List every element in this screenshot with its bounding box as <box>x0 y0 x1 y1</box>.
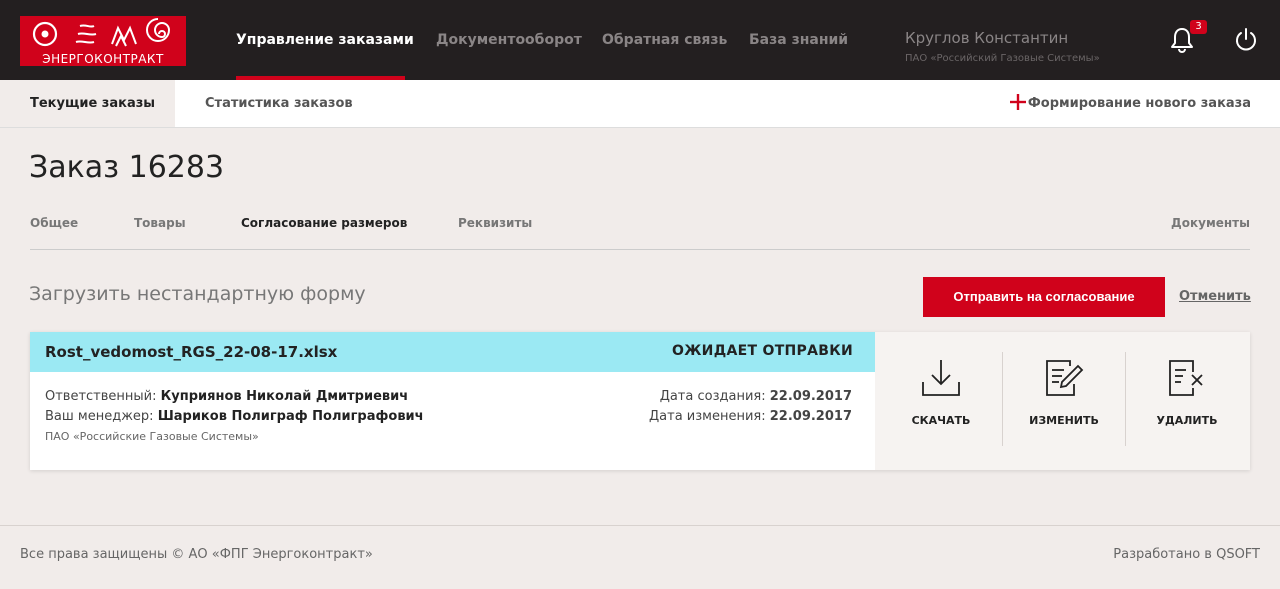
nav-feedback[interactable]: Обратная связь <box>602 0 727 80</box>
responsible-line: Ответственный: Куприянов Николай Дмитрие… <box>45 389 408 404</box>
edit-document-icon <box>1046 360 1084 396</box>
nav-orders-management[interactable]: Управление заказами <box>236 0 414 80</box>
company-logo[interactable]: ЭНЕРГОКОНТРАКТ <box>20 16 186 66</box>
edit-button[interactable]: ИЗМЕНИТЬ <box>1002 332 1126 470</box>
footer-developer-link[interactable]: Разработано в QSOFT <box>1113 547 1260 562</box>
cancel-link[interactable]: Отменить <box>1179 289 1251 304</box>
download-button[interactable]: СКАЧАТЬ <box>879 332 1003 470</box>
tab-general[interactable]: Общее <box>30 216 78 230</box>
new-order-link[interactable]: Формирование нового заказа <box>1028 80 1251 127</box>
modified-label: Дата изменения: <box>649 409 766 424</box>
footer-copyright: Все права защищены © АО «ФПГ Энергоконтр… <box>20 547 373 562</box>
file-actions: СКАЧАТЬ ИЗМЕНИТЬ УДАЛИТЬ <box>875 332 1250 470</box>
tab-current-orders[interactable]: Текущие заказы <box>0 80 175 127</box>
tab-order-statistics[interactable]: Статистика заказов <box>205 80 353 127</box>
tabs-divider <box>30 249 1250 250</box>
responsible-label: Ответственный: <box>45 389 157 404</box>
file-name[interactable]: Rost_vedomost_RGS_22-08-17.xlsx <box>45 343 337 361</box>
tab-products[interactable]: Товары <box>134 216 186 230</box>
modified-date-line: Дата изменения: 22.09.2017 <box>649 409 852 424</box>
power-icon[interactable] <box>1234 28 1258 52</box>
edit-label: ИЗМЕНИТЬ <box>1029 414 1099 427</box>
delete-document-icon <box>1169 360 1203 396</box>
footer-divider <box>0 525 1280 526</box>
top-header: ЭНЕРГОКОНТРАКТ Управление заказами Докум… <box>0 0 1280 80</box>
tab-requisites[interactable]: Реквизиты <box>458 216 532 230</box>
file-status: ОЖИДАЕТ ОТПРАВКИ <box>672 343 853 359</box>
logo-text: ЭНЕРГОКОНТРАКТ <box>42 52 164 66</box>
sub-navigation: Текущие заказы Статистика заказов Формир… <box>0 80 1280 128</box>
created-value: 22.09.2017 <box>769 389 852 404</box>
upload-section-title: Загрузить нестандартную форму <box>29 283 366 305</box>
file-card-header: Rost_vedomost_RGS_22-08-17.xlsx ОЖИДАЕТ … <box>30 332 875 372</box>
tab-documents[interactable]: Документы <box>1171 216 1250 230</box>
tab-size-approval[interactable]: Согласование размеров <box>241 216 407 230</box>
send-for-approval-button[interactable]: Отправить на согласование <box>923 277 1165 317</box>
nav-document-flow[interactable]: Документооборот <box>436 0 582 80</box>
user-name[interactable]: Круглов Константин <box>905 29 1068 47</box>
download-label: СКАЧАТЬ <box>911 414 971 427</box>
page-title: Заказ 16283 <box>29 150 225 185</box>
download-icon <box>922 360 960 396</box>
delete-label: УДАЛИТЬ <box>1156 414 1218 427</box>
notification-count-badge: 3 <box>1190 20 1207 34</box>
user-organization: ПАО «Российский Газовые Системы» <box>905 53 1100 64</box>
created-date-line: Дата создания: 22.09.2017 <box>660 389 852 404</box>
customer-organization: ПАО «Российские Газовые Системы» <box>45 430 259 443</box>
logo-mark-icon <box>32 18 171 47</box>
manager-line: Ваш менеджер: Шариков Полиграф Полиграфо… <box>45 409 424 424</box>
plus-icon[interactable] <box>1009 93 1027 111</box>
created-label: Дата создания: <box>659 389 766 404</box>
modified-value: 22.09.2017 <box>769 409 852 424</box>
nav-knowledge-base[interactable]: База знаний <box>749 0 848 80</box>
delete-button[interactable]: УДАЛИТЬ <box>1125 332 1249 470</box>
manager-value: Шариков Полиграф Полиграфович <box>157 409 424 424</box>
responsible-value: Куприянов Николай Дмитриевич <box>160 389 409 404</box>
manager-label: Ваш менеджер: <box>45 409 154 424</box>
file-card: Rost_vedomost_RGS_22-08-17.xlsx ОЖИДАЕТ … <box>30 332 1250 470</box>
